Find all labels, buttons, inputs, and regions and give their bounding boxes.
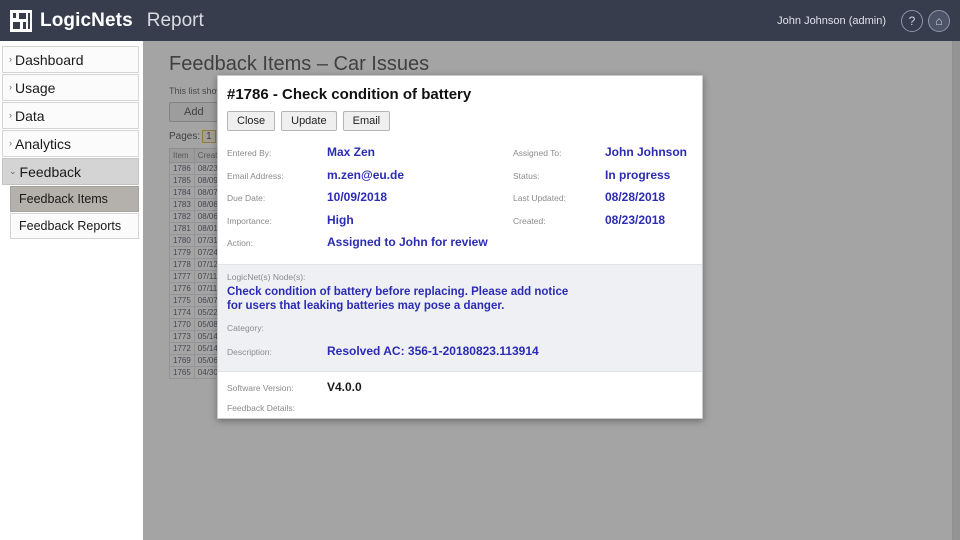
sidebar-item-label: Dashboard	[15, 51, 84, 68]
field-entered-by: Entered By: Max Zen	[227, 143, 513, 166]
vertical-scrollbar[interactable]	[952, 41, 960, 540]
update-button[interactable]: Update	[281, 111, 337, 131]
field-feedback-details: Feedback Details:	[227, 400, 693, 419]
home-icon[interactable]: ⌂	[928, 9, 950, 32]
field-label: Assigned To:	[513, 148, 562, 158]
field-label: Software Version:	[227, 382, 294, 393]
top-navigation-bar: LogicNets Report John Johnson (admin) ? …	[0, 0, 960, 41]
field-value[interactable]: Max Zen	[327, 145, 375, 159]
nodes-label: LogicNet(s) Node(s):	[227, 271, 306, 282]
sidebar-item-label: Feedback	[19, 163, 82, 180]
sidebar-item-data[interactable]: › Data	[2, 102, 139, 129]
field-label: Importance:	[227, 215, 272, 226]
sidebar-item-analytics[interactable]: › Analytics	[2, 130, 139, 157]
sidebar-item-usage[interactable]: › Usage	[2, 74, 139, 101]
sidebar-item-dashboard[interactable]: › Dashboard	[2, 46, 139, 73]
field-label: Action:	[227, 238, 253, 248]
brand-area[interactable]: LogicNets Report	[0, 9, 204, 32]
nodes-text-line-2: for users that leaking batteries may pos…	[227, 299, 505, 312]
chevron-right-icon: ›	[9, 138, 12, 148]
current-user-label: John Johnson (admin)	[777, 14, 886, 27]
field-label: Description:	[227, 346, 272, 357]
sidebar-item-label: Usage	[15, 79, 56, 96]
nodes-field-rows: Category: Description: Resolved AC: 356-…	[227, 313, 693, 364]
field-value[interactable]: 08/28/2018	[605, 190, 665, 204]
nodes-text-line-1: Check condition of battery before replac…	[227, 285, 569, 298]
sidebar-subitem-label: Feedback Items	[19, 192, 108, 206]
chevron-right-icon: ›	[9, 110, 12, 120]
field-created: Created: 08/23/2018	[513, 211, 695, 234]
dialog-title: #1786 - Check condition of battery	[227, 86, 472, 103]
sidebar-item-feedback-items[interactable]: Feedback Items	[10, 186, 139, 212]
application-window: LogicNets Report John Johnson (admin) ? …	[0, 0, 960, 540]
field-action: Action: Assigned to John for review	[227, 233, 513, 256]
email-button[interactable]: Email	[342, 111, 391, 131]
field-assigned-to: Assigned To: John Johnson	[513, 143, 695, 166]
field-label: Last Updated:	[513, 193, 566, 203]
field-value[interactable]: John Johnson	[605, 145, 687, 159]
field-value[interactable]: m.zen@eu.de	[327, 168, 404, 182]
sidebar-item-label: Data	[15, 107, 45, 124]
sidebar-navigation: › Dashboard › Usage › Data › Analytics ⌄…	[0, 41, 143, 540]
field-status: Status: In progress	[513, 166, 695, 189]
field-category: Category:	[227, 320, 693, 342]
dialog-left-column: Entered By: Max Zen Email Address: m.zen…	[218, 143, 513, 256]
field-description: Description: Resolved AC: 356-1-20180823…	[227, 342, 693, 364]
sidebar-item-label: Analytics	[15, 135, 72, 152]
status-badge[interactable]: In progress	[605, 168, 670, 182]
brand-name: LogicNets	[40, 9, 133, 31]
close-button[interactable]: Close	[227, 111, 276, 131]
field-value[interactable]: V4.0.0	[327, 380, 362, 394]
section-name: Report	[146, 9, 204, 31]
dialog-right-column: Assigned To: John Johnson Status: In pro…	[513, 143, 695, 256]
field-value[interactable]: 10/09/2018	[327, 190, 387, 204]
field-label: Email Address:	[227, 170, 284, 181]
field-last-updated: Last Updated: 08/28/2018	[513, 188, 695, 211]
field-importance: Importance: High	[227, 211, 513, 234]
field-label: Category:	[227, 322, 264, 333]
chevron-right-icon: ›	[9, 54, 12, 64]
logicnet-nodes-section: LogicNet(s) Node(s): Check condition of …	[218, 263, 702, 372]
dialog-tail-section: Software Version: V4.0.0 Feedback Detail…	[218, 372, 702, 419]
sidebar-subitem-label: Feedback Reports	[19, 219, 122, 233]
field-software-version: Software Version: V4.0.0	[227, 378, 693, 400]
help-icon[interactable]: ?	[901, 9, 923, 32]
field-label: Created:	[513, 215, 546, 226]
logicnets-logo-icon	[10, 9, 32, 32]
sidebar-item-feedback-reports[interactable]: Feedback Reports	[10, 213, 139, 239]
field-email-address: Email Address: m.zen@eu.de	[227, 166, 513, 189]
top-bar-right-cluster: John Johnson (admin) ? ⌂	[777, 9, 960, 32]
dialog-field-columns: Entered By: Max Zen Email Address: m.zen…	[218, 140, 702, 256]
field-value[interactable]: 08/23/2018	[605, 213, 665, 227]
field-label: Entered By:	[227, 148, 272, 158]
chevron-down-icon: ⌄	[9, 166, 17, 176]
feedback-detail-dialog: #1786 - Check condition of battery Close…	[217, 75, 703, 419]
field-value[interactable]: High	[327, 213, 354, 227]
field-due-date: Due Date: 10/09/2018	[227, 188, 513, 211]
field-label: Feedback Details:	[227, 402, 296, 413]
field-label: Status:	[513, 170, 540, 181]
field-value[interactable]: Assigned to John for review	[327, 235, 488, 249]
field-value[interactable]: Resolved AC: 356-1-20180823.113914	[327, 344, 539, 358]
dialog-action-bar: Close Update Email	[218, 103, 702, 140]
field-label: Due Date:	[227, 193, 266, 203]
chevron-right-icon: ›	[9, 82, 12, 92]
sidebar-item-feedback[interactable]: ⌄ Feedback	[2, 158, 139, 185]
